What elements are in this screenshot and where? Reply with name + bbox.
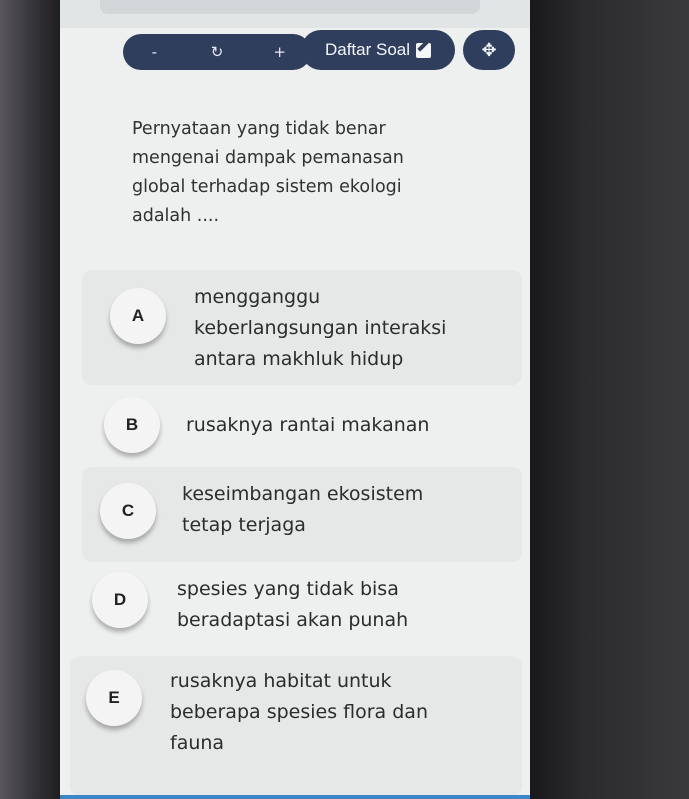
- option-b-letter: B: [104, 397, 160, 453]
- decrease-font-button[interactable]: -: [134, 37, 174, 67]
- option-e-text: rusaknya habitat untuk beberapa spesies …: [170, 670, 428, 754]
- bottom-accent-bar: [60, 795, 530, 799]
- option-a[interactable]: A mengganggu keberlangsungan interaksi a…: [82, 270, 522, 385]
- option-c[interactable]: C keseimbangan ekosistem tetap terjaga: [82, 467, 522, 562]
- daftar-soal-label: Daftar Soal: [324, 40, 411, 59]
- edit-icon: [416, 42, 432, 58]
- option-b-text: rusaknya rantai makanan: [186, 414, 430, 436]
- question-text: Pernyataan yang tidak benar mengenai dam…: [132, 119, 404, 226]
- option-d[interactable]: D spesies yang tidak bisa beradaptasi ak…: [82, 570, 522, 650]
- refresh-icon[interactable]: ↻: [197, 37, 237, 67]
- device-bezel-right: [519, 0, 689, 799]
- daftar-soal-button[interactable]: Daftar Soal: [301, 30, 455, 70]
- device-bezel-left: [0, 0, 62, 799]
- font-size-controls: - ↻ +: [123, 34, 311, 70]
- option-c-letter: C: [100, 483, 156, 539]
- option-c-text: keseimbangan ekosistem tetap terjaga: [182, 483, 424, 536]
- move-button[interactable]: ✥: [463, 30, 515, 70]
- quiz-screen: - ↻ + Daftar Soal ✥ Pernyataan yang tida…: [60, 0, 530, 799]
- option-b[interactable]: B rusaknya rantai makanan: [82, 395, 522, 460]
- option-a-text: mengganggu keberlangsungan interaksi ant…: [194, 286, 447, 370]
- option-a-letter: A: [110, 288, 166, 344]
- option-d-letter: D: [92, 572, 148, 628]
- top-strip: [60, 0, 530, 28]
- option-e[interactable]: E rusaknya habitat untuk beberapa spesie…: [70, 656, 522, 796]
- option-e-letter: E: [86, 670, 142, 726]
- option-d-text: spesies yang tidak bisa beradaptasi akan…: [177, 578, 409, 631]
- increase-font-button[interactable]: +: [260, 37, 300, 67]
- move-icon: ✥: [481, 39, 497, 61]
